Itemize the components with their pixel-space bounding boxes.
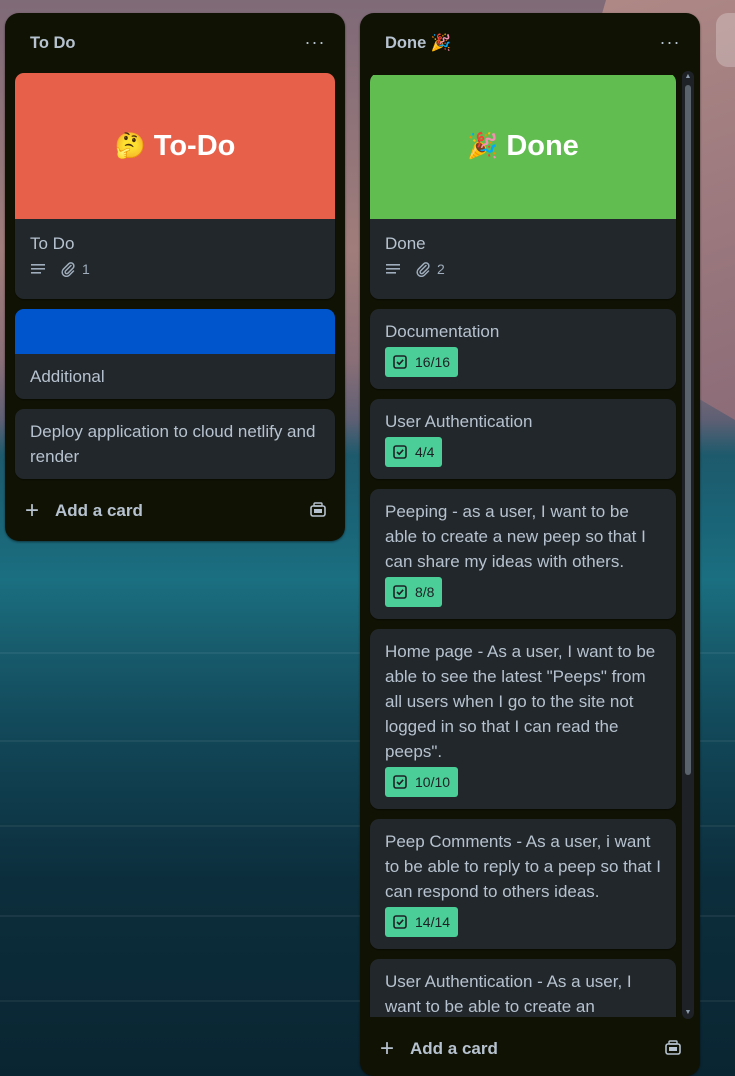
card-user-authentication-story[interactable]: User Authentication - As a user, I want …	[370, 959, 676, 1017]
card-done[interactable]: 🎉 Done Done 2	[370, 75, 676, 299]
card-badges: 10/10	[370, 764, 676, 797]
card-badges: 16/16	[370, 344, 676, 377]
checklist-count: 10/10	[415, 774, 451, 790]
card-title: User Authentication	[385, 412, 533, 431]
checklist-icon	[393, 445, 407, 459]
add-another-list-button[interactable]	[716, 13, 735, 67]
list-menu-button[interactable]: ···	[299, 29, 331, 55]
card-list: 🎉 Done Done 2 Documentation 16/16 User A…	[360, 75, 700, 1017]
description-icon	[30, 261, 46, 277]
attachment-badge: 1	[60, 261, 90, 277]
checklist-icon	[393, 585, 407, 599]
checklist-count: 8/8	[415, 584, 435, 600]
plus-icon: +	[25, 497, 40, 524]
card-additional[interactable]: Additional	[15, 309, 335, 399]
add-card-label: Add a card	[410, 1039, 498, 1058]
list-header: Done 🎉 ···	[360, 13, 700, 75]
checklist-count: 14/14	[415, 914, 451, 930]
checklist-icon	[393, 775, 407, 789]
checklist-badge: 4/4	[385, 437, 443, 467]
list-done: Done 🎉 ··· 🎉 Done Done 2 Documentation 1…	[360, 13, 700, 1076]
card-cover: 🤔 To-Do	[15, 73, 335, 219]
attachment-badge: 2	[415, 261, 445, 277]
checklist-count: 4/4	[415, 444, 435, 460]
add-card-button[interactable]: + Add a card	[370, 1029, 690, 1069]
card-to-do[interactable]: 🤔 To-Do To Do 1	[15, 73, 335, 299]
add-card-button[interactable]: + Add a card	[15, 491, 335, 531]
attachment-count: 1	[82, 261, 90, 277]
card-badges: 14/14	[370, 904, 676, 937]
plus-icon: +	[380, 1035, 395, 1062]
card-cover: 🎉 Done	[370, 75, 676, 219]
card-cover-text: Done	[506, 129, 579, 162]
card-peeping[interactable]: Peeping - as a user, I want to be able t…	[370, 489, 676, 619]
scroll-up-arrow-icon[interactable]: ▲	[684, 73, 692, 81]
create-from-template-icon[interactable]	[664, 1039, 682, 1062]
card-user-authentication[interactable]: User Authentication 4/4	[370, 399, 676, 479]
create-from-template-icon[interactable]	[309, 501, 327, 524]
attachment-count: 2	[437, 261, 445, 277]
checklist-badge: 10/10	[385, 767, 459, 797]
list-title[interactable]: To Do	[30, 34, 76, 53]
scroll-down-arrow-icon[interactable]: ▼	[684, 1009, 692, 1017]
description-icon	[385, 261, 401, 277]
card-badges: 1	[15, 256, 335, 277]
attachment-icon	[61, 262, 75, 277]
list-header: To Do ···	[5, 13, 345, 75]
card-deploy[interactable]: Deploy application to cloud netlify and …	[15, 409, 335, 479]
card-cover	[15, 309, 335, 354]
list-scrollbar[interactable]: ▲ ▼	[682, 71, 694, 1019]
card-peep-comments[interactable]: Peep Comments - As a user, i want to be …	[370, 819, 676, 949]
card-title: Done	[385, 234, 426, 253]
card-title: To Do	[30, 234, 75, 253]
checklist-count: 16/16	[415, 354, 451, 370]
checklist-icon	[393, 915, 407, 929]
card-documentation[interactable]: Documentation 16/16	[370, 309, 676, 389]
card-title: Peep Comments - As a user, i want to be …	[385, 832, 661, 901]
card-badges: 2	[370, 256, 676, 277]
card-title: User Authentication - As a user, I want …	[385, 972, 632, 1016]
list-title[interactable]: Done 🎉	[385, 34, 451, 53]
card-title: Home page - As a user, I want to be able…	[385, 642, 656, 761]
card-title: Documentation	[385, 322, 500, 341]
card-badges: 8/8	[370, 574, 676, 607]
card-badges: 4/4	[370, 434, 676, 467]
checklist-badge: 16/16	[385, 347, 459, 377]
card-title: Additional	[30, 367, 105, 386]
card-home-page[interactable]: Home page - As a user, I want to be able…	[370, 629, 676, 809]
card-title: Deploy application to cloud netlify and …	[30, 422, 316, 466]
list-menu-button[interactable]: ···	[654, 29, 686, 55]
attachment-icon	[416, 262, 430, 277]
card-cover-text: To-Do	[153, 129, 236, 162]
more-icon: ···	[304, 31, 326, 52]
checklist-badge: 14/14	[385, 907, 459, 937]
card-title: Peeping - as a user, I want to be able t…	[385, 502, 646, 571]
more-icon: ···	[659, 31, 681, 52]
list-to-do: To Do ··· 🤔 To-Do To Do 1 Additional Dep…	[5, 13, 345, 541]
party-popper-icon: 🎉	[467, 131, 499, 160]
scrollbar-thumb[interactable]	[685, 85, 691, 775]
thinking-emoji-icon: 🤔	[114, 131, 146, 160]
add-card-label: Add a card	[55, 501, 143, 520]
checklist-badge: 8/8	[385, 577, 443, 607]
checklist-icon	[393, 355, 407, 369]
